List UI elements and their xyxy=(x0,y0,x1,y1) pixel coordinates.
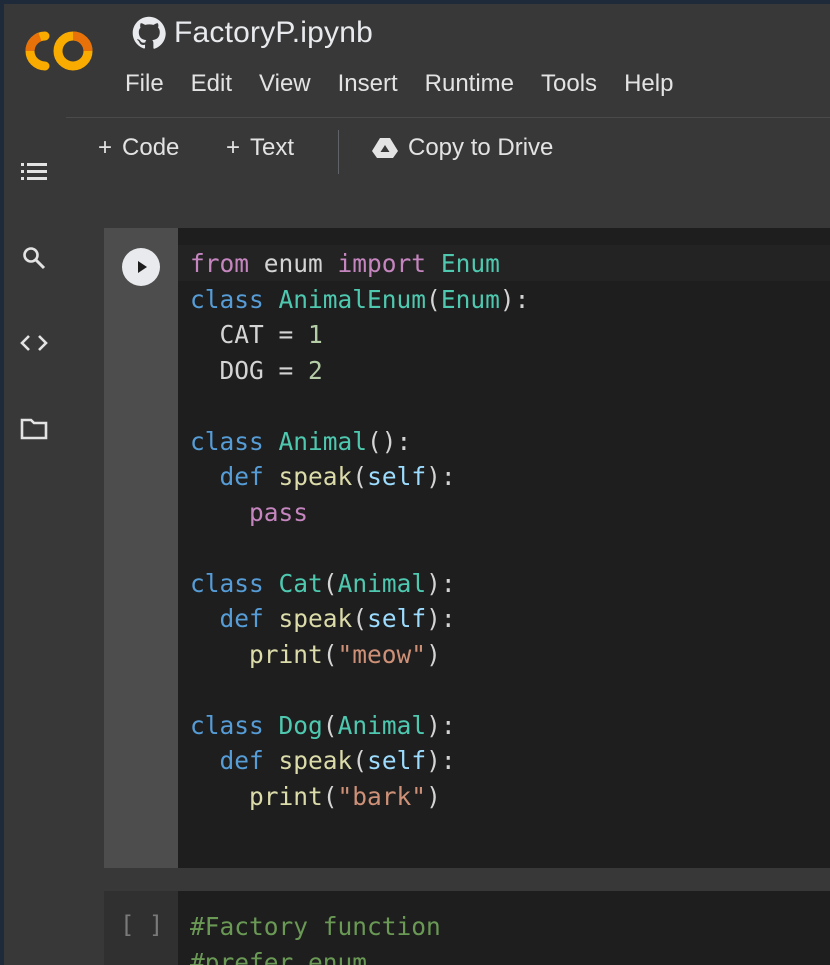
left-sidebar xyxy=(4,117,67,965)
code-line: def speak(self): xyxy=(219,604,456,633)
menu-file[interactable]: File xyxy=(125,70,177,98)
colab-logo[interactable] xyxy=(18,26,98,76)
code-line: class Dog(Animal): xyxy=(190,710,456,740)
notebook-area: from enum import Enum class AnimalEnum(E… xyxy=(66,185,830,965)
run-cell-button[interactable] xyxy=(122,248,160,286)
code-line: def speak(self): xyxy=(219,462,456,491)
menu-runtime[interactable]: Runtime xyxy=(425,70,527,98)
code-line: class AnimalEnum(Enum): xyxy=(190,284,530,314)
code-cell[interactable]: from enum import Enum class AnimalEnum(E… xyxy=(104,228,830,868)
code-cell[interactable]: [ ] #Factory function #prefer enum xyxy=(104,891,830,965)
github-icon[interactable] xyxy=(132,16,166,50)
menu-help[interactable]: Help xyxy=(624,70,686,98)
title-row: FactoryP.ipynb xyxy=(132,16,373,50)
code-line: #Factory function xyxy=(190,912,441,941)
menu-insert[interactable]: Insert xyxy=(338,70,411,98)
menu-edit[interactable]: Edit xyxy=(191,70,245,98)
code-line: CAT = 1 xyxy=(190,320,323,349)
notebook-title[interactable]: FactoryP.ipynb xyxy=(174,16,373,50)
menu-bar: File Edit View Insert Runtime Tools Help xyxy=(125,70,700,98)
google-drive-icon xyxy=(372,138,398,158)
code-line: #prefer enum xyxy=(190,947,368,965)
files-icon[interactable] xyxy=(18,413,50,445)
code-editor[interactable]: from enum import Enum class AnimalEnum(E… xyxy=(190,246,529,814)
add-code-button[interactable]: + Code xyxy=(98,134,179,162)
code-token: from enum import Enum xyxy=(190,249,500,278)
plus-icon: + xyxy=(226,134,241,161)
search-icon[interactable] xyxy=(18,242,50,274)
add-text-label: Text xyxy=(250,134,295,161)
code-line: def speak(self): xyxy=(219,746,456,775)
toolbar: + Code + Text Copy to Drive xyxy=(66,117,830,187)
header: FactoryP.ipynb File Edit View Insert Run… xyxy=(4,4,830,117)
execution-count[interactable]: [ ] xyxy=(120,911,163,939)
play-icon xyxy=(138,261,147,273)
menu-tools[interactable]: Tools xyxy=(541,70,610,98)
toolbar-divider xyxy=(338,130,339,174)
code-line: DOG = 2 xyxy=(190,355,323,385)
code-line: class Animal(): xyxy=(190,426,412,456)
cell-gutter xyxy=(104,228,178,868)
menu-view[interactable]: View xyxy=(259,70,324,98)
plus-icon: + xyxy=(98,134,113,161)
code-line: class Cat(Animal): xyxy=(190,568,456,598)
code-snippets-icon[interactable] xyxy=(18,327,50,359)
code-line: print("bark") xyxy=(249,781,441,811)
add-text-button[interactable]: + Text xyxy=(226,134,294,162)
table-of-contents-icon[interactable] xyxy=(18,156,50,188)
add-code-label: Code xyxy=(122,134,180,161)
code-line: pass xyxy=(249,497,309,527)
colab-window: FactoryP.ipynb File Edit View Insert Run… xyxy=(4,4,830,965)
cell-gutter: [ ] xyxy=(104,891,178,965)
code-editor[interactable]: #Factory function #prefer enum xyxy=(190,909,441,965)
copy-to-drive-label: Copy to Drive xyxy=(408,134,554,161)
copy-to-drive-button[interactable]: Copy to Drive xyxy=(372,134,553,162)
code-line: print("meow") xyxy=(249,639,441,669)
